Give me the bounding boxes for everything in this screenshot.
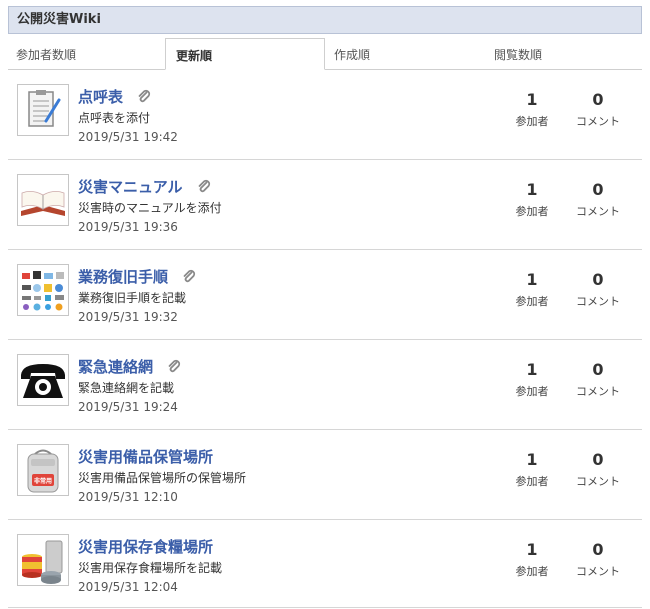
item-date: 2019/5/31 19:36 (78, 220, 178, 234)
checklist-icon[interactable] (17, 84, 69, 136)
participants-count: 1 (526, 360, 538, 379)
item-description: 災害時のマニュアルを添付 (78, 201, 222, 215)
participants-stat: 1 参加者 (502, 270, 562, 309)
list-item: 災害マニュアル 災害時のマニュアルを添付 2019/5/31 19:36 1 参… (8, 160, 642, 250)
participants-label: 参加者 (515, 295, 549, 308)
list-item: 非常用 災害用備品保管場所 災害用備品保管場所の保管場所 2019/5/31 1… (8, 430, 642, 520)
participants-count: 1 (526, 180, 538, 199)
list-item: 緊急連絡網 緊急連絡網を記載 2019/5/31 19:24 1 参加者 0 コ… (8, 340, 642, 430)
item-description: 災害用備品保管場所の保管場所 (78, 471, 247, 485)
comments-count: 0 (592, 540, 604, 559)
tab-created-order[interactable]: 作成順 (334, 38, 370, 70)
item-date: 2019/5/31 12:04 (78, 580, 178, 594)
office-items-icon[interactable] (17, 264, 69, 316)
list-item: 点呼表 点呼表を添付 2019/5/31 19:42 1 参加者 0 コメント (8, 70, 642, 160)
comments-count: 0 (592, 180, 604, 199)
thumb-label: 非常用 (34, 477, 52, 485)
participants-label: 参加者 (515, 205, 549, 218)
comments-stat: 0 コメント (568, 360, 628, 399)
comments-count: 0 (592, 270, 604, 289)
emergency-backpack-icon[interactable]: 非常用 (17, 444, 69, 496)
comments-label: コメント (576, 115, 620, 128)
item-date: 2019/5/31 19:42 (78, 130, 178, 144)
participants-label: 参加者 (515, 385, 549, 398)
item-date: 2019/5/31 19:32 (78, 310, 178, 324)
wiki-list: 点呼表 点呼表を添付 2019/5/31 19:42 1 参加者 0 コメント (8, 70, 642, 608)
participants-count: 1 (526, 540, 538, 559)
open-book-icon[interactable] (17, 174, 69, 226)
comments-label: コメント (576, 475, 620, 488)
comments-stat: 0 コメント (568, 540, 628, 579)
participants-stat: 1 参加者 (502, 450, 562, 489)
tab-participants-order[interactable]: 参加者数順 (16, 38, 76, 70)
paperclip-icon (168, 359, 181, 372)
comments-stat: 0 コメント (568, 450, 628, 489)
participants-count: 1 (526, 450, 538, 469)
item-date: 2019/5/31 19:24 (78, 400, 178, 414)
list-item: 業務復旧手順 業務復旧手順を記載 2019/5/31 19:32 1 参加者 0… (8, 250, 642, 340)
participants-stat: 1 参加者 (502, 360, 562, 399)
comments-stat: 0 コメント (568, 180, 628, 219)
participants-label: 参加者 (515, 115, 549, 128)
item-description: 業務復旧手順を記載 (78, 291, 187, 305)
item-date: 2019/5/31 12:10 (78, 490, 178, 504)
page-title: 公開災害Wiki (17, 12, 101, 27)
item-title-link[interactable]: 災害用備品保管場所 (78, 448, 213, 466)
participants-label: 参加者 (515, 565, 549, 578)
canned-food-icon[interactable] (17, 534, 69, 586)
item-description: 緊急連絡網を記載 (78, 381, 175, 395)
participants-label: 参加者 (515, 475, 549, 488)
participants-count: 1 (526, 270, 538, 289)
tab-views-order[interactable]: 閲覧数順 (494, 38, 542, 70)
list-item: 災害用保存食糧場所 災害用保存食糧場所を記載 2019/5/31 12:04 1… (8, 520, 642, 608)
item-title-link[interactable]: 業務復旧手順 (78, 268, 168, 286)
item-description: 災害用保存食糧場所を記載 (78, 561, 223, 575)
item-title-link[interactable]: 災害用保存食糧場所 (78, 538, 213, 556)
paperclip-icon (198, 179, 210, 192)
tab-updated-order[interactable]: 更新順 (165, 38, 325, 70)
participants-stat: 1 参加者 (502, 540, 562, 579)
item-title-link[interactable]: 点呼表 (78, 88, 123, 106)
comments-stat: 0 コメント (568, 270, 628, 309)
item-description: 点呼表を添付 (78, 111, 151, 125)
item-title-link[interactable]: 緊急連絡網 (78, 358, 153, 376)
comments-label: コメント (576, 565, 620, 578)
paperclip-icon (183, 269, 196, 282)
comments-label: コメント (576, 295, 620, 308)
comments-count: 0 (592, 90, 604, 109)
paperclip-icon (138, 89, 151, 102)
participants-stat: 1 参加者 (502, 90, 562, 129)
comments-label: コメント (576, 205, 620, 218)
item-title-link[interactable]: 災害マニュアル (78, 178, 183, 196)
participants-count: 1 (526, 90, 538, 109)
participants-stat: 1 参加者 (502, 180, 562, 219)
comments-label: コメント (576, 385, 620, 398)
page-header: 公開災害Wiki (8, 6, 642, 34)
comments-count: 0 (592, 360, 604, 379)
comments-count: 0 (592, 450, 604, 469)
telephone-icon[interactable] (17, 354, 69, 406)
sort-tabs: 参加者数順 更新順 作成順 閲覧数順 (8, 38, 642, 70)
comments-stat: 0 コメント (568, 90, 628, 129)
